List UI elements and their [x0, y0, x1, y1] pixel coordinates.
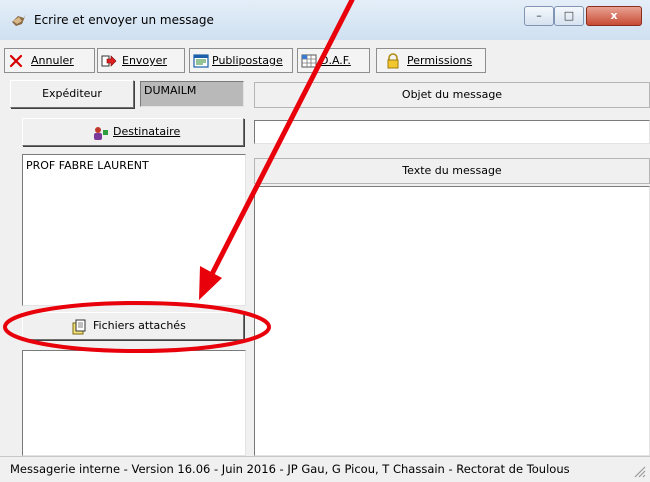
daf-label: D.A.F.: [320, 54, 351, 67]
recipients-list[interactable]: PROF FABRE LAURENT: [22, 154, 246, 306]
annuler-label: Annuler: [31, 54, 74, 67]
publipostage-label: Publipostage: [212, 54, 283, 67]
app-icon: [12, 14, 26, 26]
window-title: Ecrire et envoyer un message: [34, 13, 214, 27]
title-bar: Ecrire et envoyer un message – □ x: [0, 0, 650, 41]
recipient-item[interactable]: PROF FABRE LAURENT: [26, 159, 245, 172]
attachments-list[interactable]: [22, 350, 246, 456]
destinataire-button[interactable]: Destinataire: [22, 118, 244, 146]
envoyer-label: Envoyer: [122, 54, 167, 67]
expediteur-button[interactable]: Expéditeur: [10, 80, 134, 108]
texte-header-label: Texte du message: [402, 164, 502, 177]
users-icon: [94, 127, 108, 140]
envoyer-button[interactable]: Envoyer: [97, 48, 185, 73]
objet-header-label: Objet du message: [401, 88, 503, 101]
left-gutter: [10, 150, 18, 456]
fichiers-attaches-button[interactable]: Fichiers attachés: [22, 312, 244, 340]
objet-header: Objet du message: [254, 82, 650, 108]
lock-icon: [387, 53, 399, 69]
publipostage-button[interactable]: Publipostage: [189, 48, 293, 73]
annuler-button[interactable]: Annuler: [4, 48, 95, 73]
mail-merge-icon: [193, 54, 209, 68]
send-arrow-icon: [101, 55, 117, 67]
fichiers-attaches-label: Fichiers attachés: [93, 319, 186, 332]
status-bar: Messagerie interne - Version 16.06 - Jui…: [0, 456, 650, 482]
compose-window: Ecrire et envoyer un message – □ x Annul…: [0, 0, 650, 482]
expediteur-field: DUMAILM: [140, 81, 244, 107]
cancel-x-icon: [9, 54, 23, 68]
texte-header: Texte du message: [254, 158, 650, 184]
expediteur-value: DUMAILM: [144, 84, 197, 97]
attachment-icon: [72, 319, 86, 335]
permissions-label: Permissions: [407, 54, 473, 67]
permissions-button[interactable]: Permissions: [376, 48, 486, 73]
resize-grip-icon[interactable]: [632, 464, 646, 478]
daf-button[interactable]: D.A.F.: [297, 48, 370, 73]
texte-textarea[interactable]: [254, 186, 650, 456]
minimize-button[interactable]: –: [524, 6, 554, 26]
maximize-button[interactable]: □: [554, 6, 584, 26]
grid-icon: [301, 54, 317, 68]
objet-input[interactable]: [254, 120, 650, 144]
expediteur-label: Expéditeur: [42, 87, 102, 100]
destinataire-label: Destinataire: [113, 125, 181, 138]
close-button[interactable]: x: [586, 6, 642, 26]
status-text: Messagerie interne - Version 16.06 - Jui…: [10, 462, 570, 476]
